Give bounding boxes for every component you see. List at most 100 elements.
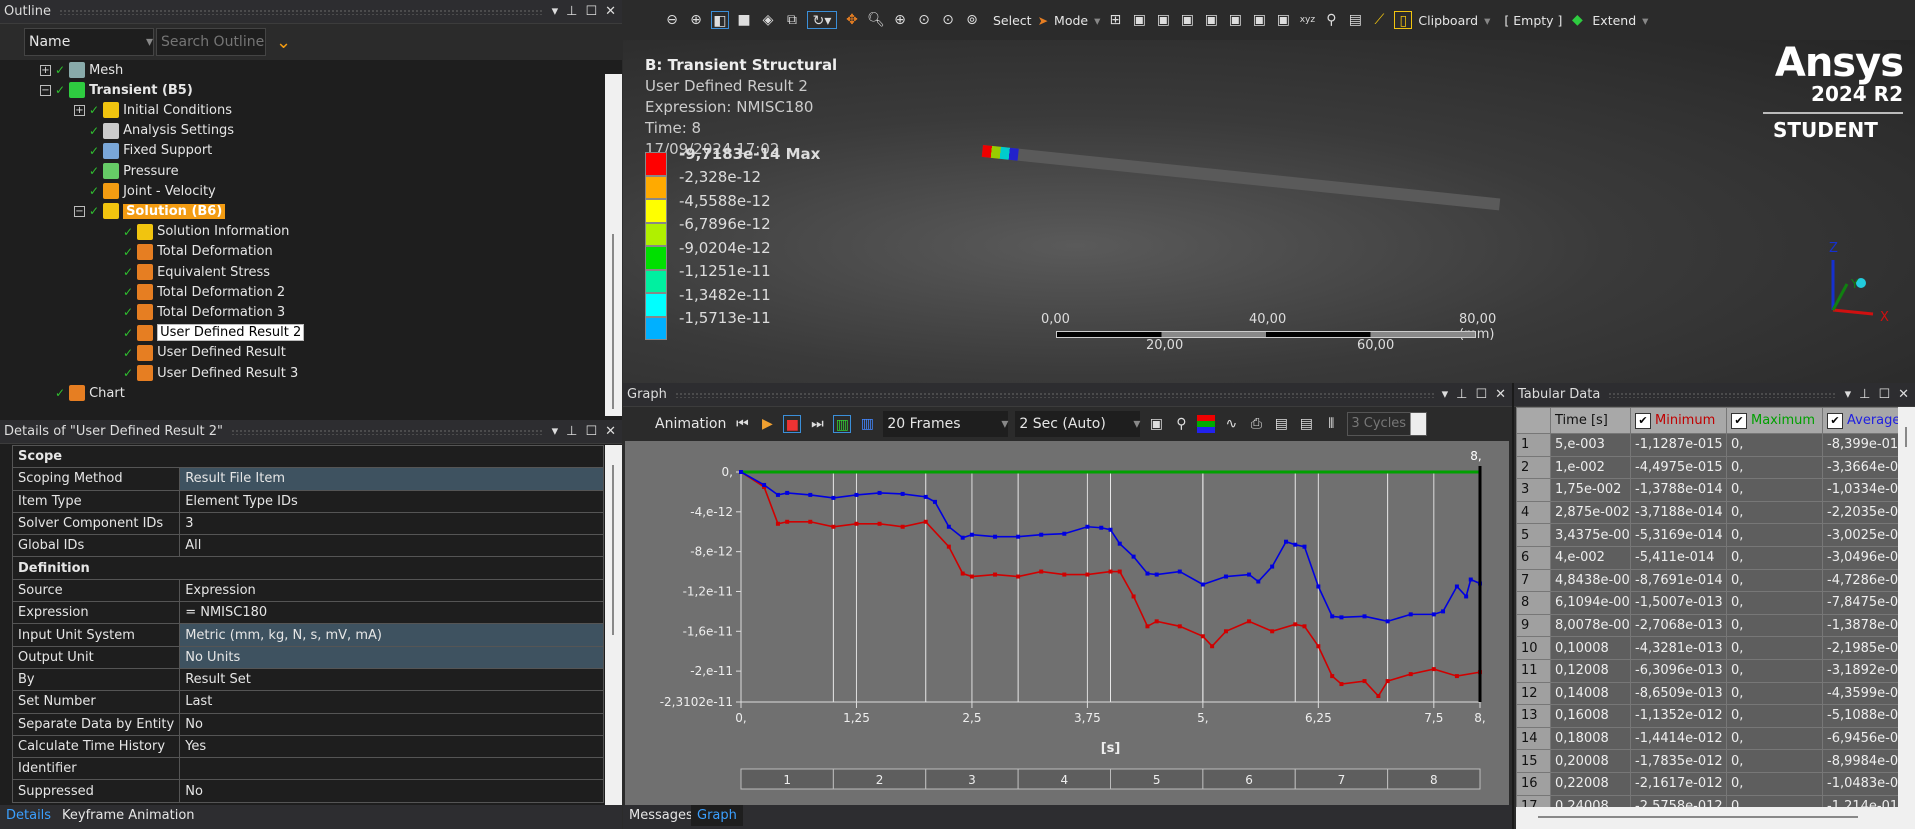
graphics-viewport[interactable]: B: Transient Structural User Defined Res…: [623, 40, 1915, 383]
property-value[interactable]: 3: [179, 511, 604, 536]
pan-icon[interactable]: ✥: [843, 11, 861, 29]
property-value[interactable]: Yes: [179, 734, 604, 759]
property-value[interactable]: Result Set: [179, 667, 604, 692]
curve-icon[interactable]: ∿: [1222, 415, 1240, 433]
cycles-icon[interactable]: ⫴: [1322, 415, 1340, 433]
rotate-icon[interactable]: ↻▾: [807, 11, 837, 29]
row-index[interactable]: 5: [1516, 523, 1551, 547]
table-row[interactable]: 170,24008-2,5758e-0120,-1,214e-012: [1516, 794, 1898, 807]
details-scrollbar[interactable]: [605, 445, 622, 805]
select-face-icon[interactable]: ▣: [1178, 11, 1196, 29]
play-icon[interactable]: ▶: [758, 415, 776, 433]
row-index[interactable]: 17: [1516, 794, 1551, 807]
clipboard-menu[interactable]: Clipboard: [1418, 13, 1478, 28]
row-index[interactable]: 2: [1516, 455, 1551, 480]
xyz-icon[interactable]: xyz: [1298, 11, 1316, 29]
expand-icon[interactable]: +: [74, 104, 85, 116]
table-row[interactable]: 53,4375e-002-5,3169e-0140,-3,0025e-01: [1516, 523, 1898, 547]
property-value[interactable]: Result File Item: [179, 467, 604, 491]
row-index[interactable]: 10: [1516, 636, 1551, 660]
checkbox[interactable]: ✔: [1635, 412, 1651, 429]
zoom-icon[interactable]: 🔍︎: [867, 11, 885, 29]
corner-cell[interactable]: [1516, 407, 1551, 434]
maximize-icon[interactable]: ☐: [1878, 387, 1890, 402]
distributed-frames-icon[interactable]: ▥: [833, 415, 852, 433]
previous-frame-icon[interactable]: ⏮: [733, 415, 751, 433]
tab-graph[interactable]: Graph: [691, 805, 743, 826]
tree-item[interactable]: ✓ Solution Information: [108, 222, 289, 242]
time-history-chart[interactable]: 0, 1,25 2,5 3,75 5, 6,25 7,5 8, 0, -4,e-12 -8,e-12…: [625, 441, 1509, 805]
tree-item[interactable]: ✓ User Defined Result 3: [108, 363, 298, 383]
row-index[interactable]: 8: [1516, 591, 1551, 615]
search-outline-input[interactable]: [156, 28, 266, 56]
maximize-icon[interactable]: ☐: [585, 424, 597, 439]
box-zoom-icon[interactable]: ⊕: [891, 11, 909, 29]
zoom-previous-icon[interactable]: ⊖: [663, 11, 681, 29]
table-row[interactable]: 160,22008-2,1617e-0120,-1,0483e-01: [1516, 771, 1898, 796]
tree-item[interactable]: + ✓ Mesh: [40, 60, 123, 80]
select-body-icon[interactable]: ▣: [1202, 11, 1220, 29]
table-row[interactable]: 74,8438e-002-8,7691e-0140,-4,7286e-01: [1516, 568, 1898, 593]
table-row[interactable]: 110,12008-6,3096e-0130,-3,1892e-01: [1516, 658, 1898, 683]
tree-item[interactable]: ✓ Total Deformation 2: [108, 282, 285, 302]
pin-icon[interactable]: ⊥: [566, 4, 577, 19]
mode-menu[interactable]: Mode: [1054, 13, 1088, 28]
iso-view-icon[interactable]: ◧: [711, 11, 729, 29]
tree-item[interactable]: ✓ Total Deformation: [108, 242, 273, 262]
table-row[interactable]: 150,20008-1,7835e-0120,-8,9984e-01: [1516, 749, 1898, 773]
tree-item[interactable]: ✓ User Defined Result: [108, 343, 286, 363]
tree-item[interactable]: ✓ Total Deformation 3: [108, 302, 285, 322]
tree-item[interactable]: − ✓ Solution (B6): [74, 201, 226, 221]
checkbox[interactable]: ✔: [1827, 412, 1843, 429]
select-vertex-icon[interactable]: ▣: [1130, 11, 1148, 29]
cycles-input[interactable]: 3 Cycles: [1347, 412, 1428, 436]
magnifier-icon[interactable]: ⊚: [963, 11, 981, 29]
next-frame-icon[interactable]: ⏭: [808, 415, 826, 433]
property-value[interactable]: [179, 757, 604, 781]
row-index[interactable]: 3: [1516, 478, 1551, 502]
tree-item[interactable]: ✓ User Defined Result 2: [108, 323, 305, 343]
outline-scrollbar[interactable]: [605, 74, 622, 416]
row-index[interactable]: 1: [1516, 433, 1551, 457]
table-row[interactable]: 31,75e-002-1,3788e-0140,-1,0334e-01: [1516, 478, 1898, 502]
select-node-icon[interactable]: ▣: [1226, 11, 1244, 29]
camera-icon[interactable]: ⎙: [1247, 415, 1265, 433]
keyframe-settings-icon[interactable]: ▤: [1297, 415, 1315, 433]
maximize-icon[interactable]: ☐: [1475, 387, 1487, 402]
property-value[interactable]: No: [179, 779, 604, 803]
duration-select[interactable]: 2 Sec (Auto) ▾: [1015, 411, 1141, 437]
dropdown-icon[interactable]: ▾: [552, 424, 559, 439]
property-value[interactable]: All: [179, 534, 604, 558]
stop-icon[interactable]: ■: [783, 415, 802, 433]
select-edge-icon[interactable]: ▣: [1154, 11, 1172, 29]
select-type-icon[interactable]: ⊞: [1106, 11, 1124, 29]
collapse-icon[interactable]: −: [40, 84, 51, 96]
tab-messages[interactable]: Messages: [623, 805, 699, 826]
table-row[interactable]: 15,e-003-1,1287e-0150,-8,399e-016: [1516, 433, 1898, 457]
pin-icon[interactable]: ⊥: [566, 424, 577, 439]
row-index[interactable]: 13: [1516, 704, 1551, 728]
row-index[interactable]: 9: [1516, 613, 1551, 638]
tree-item[interactable]: ✓ Joint - Velocity: [74, 181, 216, 201]
table-row[interactable]: 140,18008-1,4414e-0120,-6,9456e-01: [1516, 726, 1898, 751]
dropdown-icon[interactable]: ▾: [1845, 387, 1852, 402]
property-value[interactable]: Element Type IDs: [179, 489, 604, 513]
row-index[interactable]: 14: [1516, 726, 1551, 751]
row-index[interactable]: 6: [1516, 545, 1551, 570]
table-row[interactable]: 100,10008-4,3281e-0130,-2,1985e-01: [1516, 636, 1898, 660]
tree-item[interactable]: ✓ Pressure: [74, 161, 179, 181]
zoom-graph-icon[interactable]: ⚲: [1172, 415, 1190, 433]
table-row[interactable]: 130,16008-1,1352e-0120,-5,1088e-01: [1516, 704, 1898, 728]
tabular-hscrollbar[interactable]: [1516, 807, 1915, 829]
row-index[interactable]: 7: [1516, 568, 1551, 593]
tree-item[interactable]: ✓ Analysis Settings: [74, 121, 234, 141]
tree-item[interactable]: ✓ Equivalent Stress: [108, 262, 270, 282]
close-icon[interactable]: ✕: [605, 424, 616, 439]
select-element-icon[interactable]: ▣: [1274, 11, 1292, 29]
property-value[interactable]: Last: [179, 690, 604, 714]
shaded-icon[interactable]: ■: [735, 11, 753, 29]
frames-select[interactable]: 20 Frames ▾: [883, 411, 1009, 437]
maximize-icon[interactable]: ☐: [585, 4, 597, 19]
pin-icon[interactable]: ⊥: [1456, 387, 1467, 402]
extend-menu[interactable]: Extend: [1592, 13, 1636, 28]
